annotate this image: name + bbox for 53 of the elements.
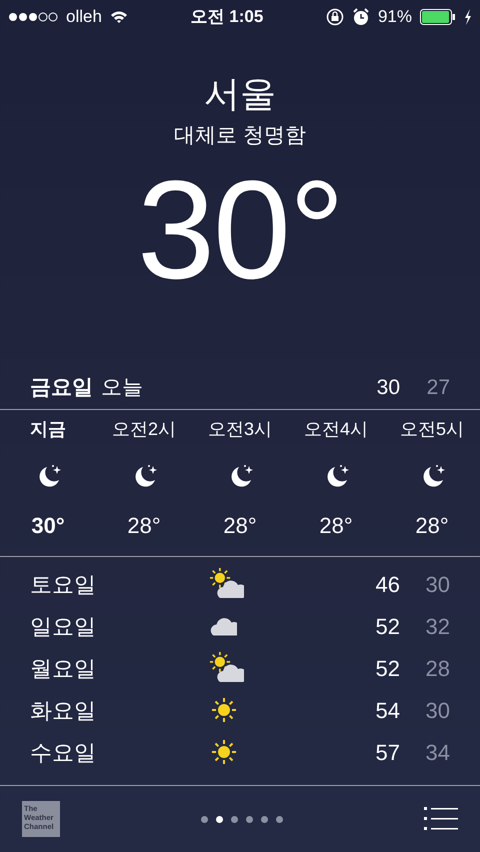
weekday-label: 월요일 — [30, 654, 97, 682]
low-temperature: 28 — [424, 654, 450, 682]
charging-bolt-icon — [464, 9, 472, 25]
page-dot[interactable] — [216, 816, 223, 822]
carrier-name: olleh — [66, 6, 102, 28]
low-temperature: 34 — [424, 738, 450, 766]
weather-condition: 대체로 청명함 — [174, 123, 306, 149]
high-temperature: 52 — [374, 612, 400, 640]
hour-label: 지금 — [30, 418, 66, 441]
page-dot[interactable] — [276, 816, 283, 822]
high-temperature: 54 — [374, 696, 400, 724]
low-temperature: 30 — [424, 696, 450, 724]
hour-temperature: 30° — [31, 512, 65, 540]
sun-icon — [210, 738, 238, 766]
sun-icon — [210, 696, 238, 724]
city-name: 서울 — [204, 76, 276, 112]
hour-label: 오전5시 — [400, 418, 464, 441]
hour-temperature: 28° — [319, 512, 353, 540]
sun-cloud-icon — [210, 568, 244, 600]
hour-temperature: 28° — [127, 512, 161, 540]
today-label: 오늘 — [101, 374, 143, 400]
page-dot[interactable] — [261, 816, 268, 822]
cloud-icon — [210, 616, 237, 636]
low-temperature: 32 — [424, 612, 450, 640]
wifi-icon — [110, 10, 128, 24]
alarm-clock-icon — [352, 8, 370, 26]
hour-temperature: 28° — [415, 512, 449, 540]
current-temperature: 30° — [137, 160, 343, 300]
hour-label: 오전4시 — [304, 418, 368, 441]
rotation-lock-icon — [326, 8, 344, 26]
signal-icon — [8, 11, 58, 23]
hour-label: 오전3시 — [208, 418, 272, 441]
high-temperature: 52 — [374, 654, 400, 682]
sun-cloud-icon — [210, 652, 244, 684]
weekday-label: 화요일 — [30, 696, 97, 724]
page-dot[interactable] — [231, 816, 238, 822]
high-temperature: 57 — [374, 738, 400, 766]
weekday-label: 금요일 — [30, 374, 93, 400]
page-dot[interactable] — [246, 816, 253, 822]
low-temperature: 27 — [426, 374, 450, 400]
list-icon[interactable] — [424, 806, 458, 832]
hour-label: 오전2시 — [112, 418, 176, 441]
hour-temperature: 28° — [223, 512, 257, 540]
weekday-label: 토요일 — [30, 570, 97, 598]
high-temperature: 46 — [374, 570, 400, 598]
weekday-label: 수요일 — [30, 738, 97, 766]
high-temperature: 30 — [376, 374, 400, 400]
battery-percent: 91% — [378, 6, 412, 28]
battery-icon — [420, 9, 456, 25]
page-dot[interactable] — [201, 816, 208, 822]
low-temperature: 30 — [424, 570, 450, 598]
weekday-label: 일요일 — [30, 612, 97, 640]
status-time: 오전 1:05 — [190, 6, 264, 28]
